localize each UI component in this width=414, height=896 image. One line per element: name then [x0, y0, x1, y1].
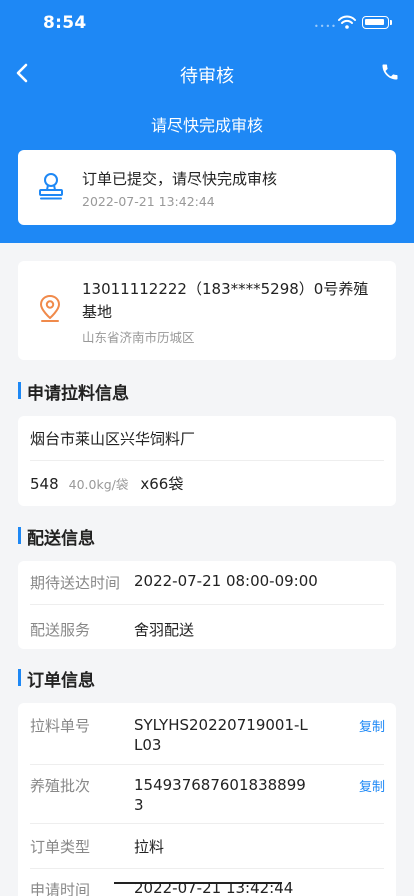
section-accent-bar [18, 669, 21, 686]
batch-value: 154937687601838899 3 [134, 776, 306, 814]
feed-code: 548 [30, 475, 59, 493]
order-number-value: SYLYHS20220719001-LL03 [134, 716, 308, 754]
stamp-icon [39, 173, 63, 200]
section-accent-bar [18, 382, 21, 399]
order-status-card: 订单已提交，请尽快完成审核 2022-07-21 13:42:44 [18, 150, 396, 225]
feed-quantity: x66袋 [140, 475, 184, 493]
hero-subtitle: 请尽快完成审核 [150, 116, 263, 135]
phone-icon[interactable] [380, 62, 400, 82]
divider [30, 460, 384, 461]
divider [30, 868, 384, 869]
delivery-service-value: 舍羽配送 [134, 621, 195, 639]
divider [30, 823, 384, 824]
order-section-header: 订单信息 [18, 666, 396, 691]
nav-bar: 待审核 [0, 52, 414, 96]
divider [30, 604, 384, 605]
feed-info-card: 烟台市莱山区兴华饲料厂 548 40.0kg/袋 x66袋 [18, 416, 396, 506]
home-indicator [114, 882, 282, 884]
feed-factory-name: 烟台市莱山区兴华饲料厂 [30, 430, 196, 448]
batch-label: 养殖批次 [30, 777, 91, 795]
order-number-label: 拉料单号 [30, 717, 91, 735]
signal-dots: •••• [314, 22, 337, 31]
status-time: 8:54 [43, 13, 87, 33]
address-contact: 13011112222（183****5298）0号养殖基地 [82, 280, 369, 321]
copy-order-number-button[interactable]: 复制 [359, 716, 385, 735]
page-title: 待审核 [180, 66, 234, 87]
delivery-time-label: 期待送达时间 [30, 574, 121, 592]
feed-section-title: 申请拉料信息 [27, 384, 129, 404]
battery-icon [362, 16, 389, 29]
delivery-time-value: 2022-07-21 08:00-09:00 [134, 572, 318, 590]
order-info-card: 拉料单号 SYLYHS20220719001-LL03 复制 养殖批次 1549… [18, 703, 396, 896]
address-card[interactable]: 13011112222（183****5298）0号养殖基地 山东省济南市历城区 [18, 261, 396, 360]
battery-tip [390, 20, 392, 25]
location-pin-icon [40, 295, 60, 322]
order-type-value: 拉料 [134, 838, 165, 856]
status-bar: 8:54 •••• [0, 0, 414, 46]
feed-spec: 40.0kg/袋 [68, 477, 129, 492]
delivery-info-card: 期待送达时间 2022-07-21 08:00-09:00 配送服务 舍羽配送 [18, 561, 396, 649]
section-accent-bar [18, 527, 21, 544]
delivery-section-title: 配送信息 [27, 529, 95, 549]
order-type-label: 订单类型 [30, 838, 91, 856]
divider [30, 764, 384, 765]
copy-batch-button[interactable]: 复制 [359, 776, 385, 795]
feed-item-row: 548 40.0kg/袋 x66袋 [30, 473, 183, 494]
status-message: 订单已提交，请尽快完成审核 [82, 170, 278, 188]
delivery-section-header: 配送信息 [18, 524, 396, 549]
delivery-service-label: 配送服务 [30, 621, 91, 639]
wifi-icon [338, 15, 356, 29]
feed-section-header: 申请拉料信息 [18, 379, 396, 404]
apply-time-label: 申请时间 [30, 881, 91, 896]
order-section-title: 订单信息 [27, 671, 95, 691]
status-timestamp: 2022-07-21 13:42:44 [82, 194, 215, 209]
address-region: 山东省济南市历城区 [82, 330, 195, 345]
